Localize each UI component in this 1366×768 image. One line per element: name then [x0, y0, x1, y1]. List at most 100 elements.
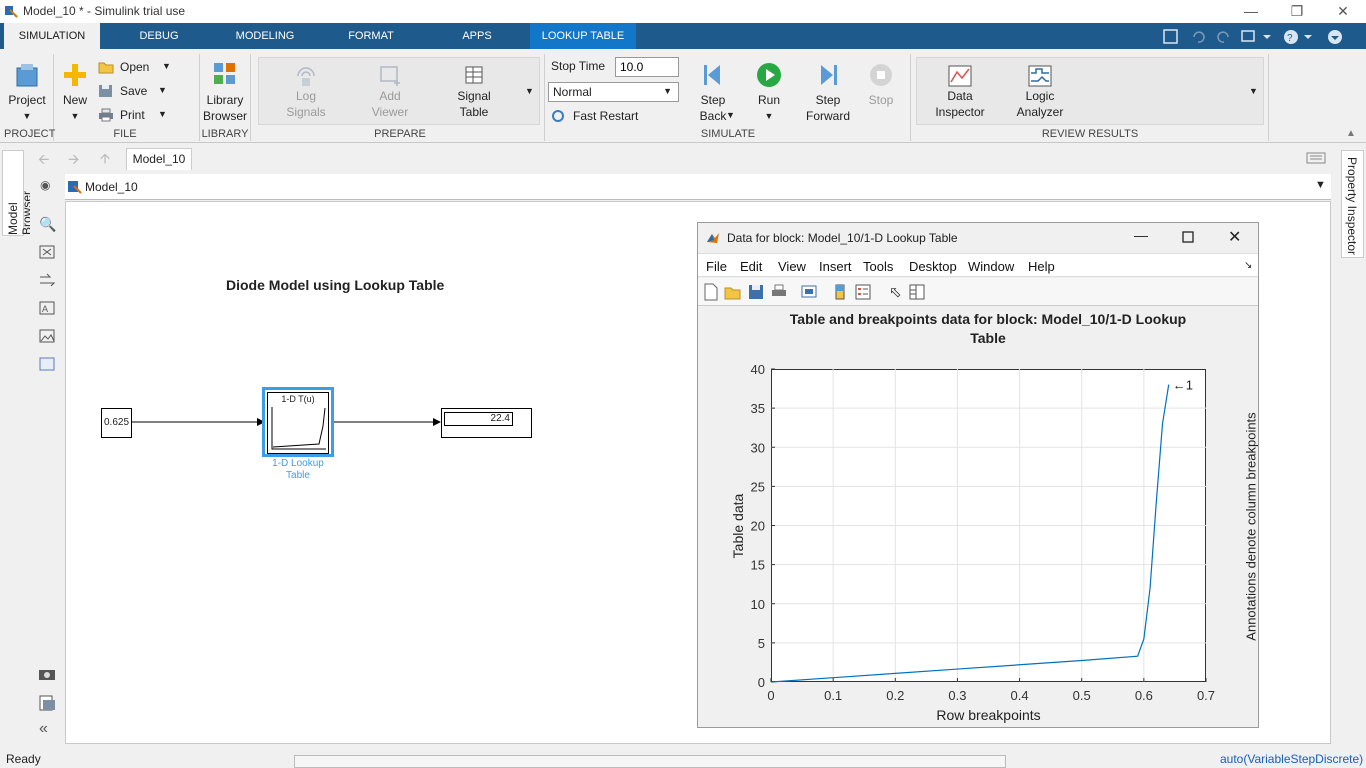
svg-text:?: ?	[1287, 33, 1293, 44]
new-dropdown-icon[interactable]: ▼	[58, 108, 92, 124]
x-tick-label: 0.2	[886, 688, 904, 703]
minimize-button[interactable]: —	[1228, 0, 1274, 23]
model-tab[interactable]: Model_10	[126, 148, 192, 170]
chevron-down-icon: ▼	[663, 86, 672, 96]
divider	[1268, 54, 1269, 141]
tab-debug[interactable]: DEBUG	[120, 23, 198, 49]
image-icon[interactable]	[39, 329, 55, 343]
model-data-icon[interactable]	[38, 695, 56, 711]
run-dropdown-icon[interactable]: ▼	[750, 108, 788, 124]
constant-block[interactable]: 0.625	[101, 408, 132, 438]
section-library: LIBRARY	[201, 128, 249, 140]
annotation-icon[interactable]: A	[39, 301, 55, 315]
window-title: Model_10 * - Simulink trial use	[23, 4, 186, 18]
quick-access-toolbar: ?	[1163, 29, 1342, 44]
fast-restart-label: Fast Restart	[573, 109, 639, 123]
tab-format[interactable]: FORMAT	[336, 23, 406, 49]
stop-icon	[870, 64, 892, 86]
up-arrow-icon[interactable]: 🡩	[100, 148, 110, 172]
data-inspector-button[interactable]: Data Inspector	[930, 64, 990, 120]
add-viewer-label-1: Add	[379, 89, 401, 103]
forward-arrow-icon[interactable]: 🡪	[68, 149, 79, 173]
print-dropdown-icon[interactable]: ▼	[158, 109, 167, 119]
y-tick-label: 10	[751, 597, 765, 612]
folder-open-icon	[98, 62, 114, 74]
section-simulate: SIMULATE	[700, 128, 756, 140]
status-bar: Ready auto(VariableStepDiscrete)	[0, 751, 1366, 768]
x-tick-label: 0.3	[948, 688, 966, 703]
lookup-figure-window: Data for block: Model_10/1-D Lookup Tabl…	[697, 222, 1259, 728]
screenshot-camera-icon[interactable]	[38, 667, 56, 681]
step-back-dropdown-icon[interactable]: ▼	[726, 110, 735, 120]
add-viewer-button[interactable]: Add Viewer	[366, 64, 414, 120]
step-forward-label-2: Forward	[805, 109, 850, 123]
restore-button[interactable]: ❐	[1274, 0, 1320, 23]
tab-apps[interactable]: APPS	[446, 23, 508, 49]
back-arrow-icon[interactable]: 🡨	[38, 149, 49, 173]
lookup-table-block[interactable]: 1-D T(u)	[262, 387, 334, 457]
address-dropdown-icon[interactable]: ▼	[1315, 179, 1326, 191]
x-tick-label: 0.5	[1073, 688, 1091, 703]
lookup-table-header: 1-D T(u)	[281, 394, 315, 404]
step-forward-label-1: Step	[815, 93, 841, 107]
save-label: Save	[120, 84, 148, 98]
fast-restart-toggle[interactable]: Fast Restart	[551, 108, 641, 124]
library-grid-icon	[214, 63, 235, 84]
project-label: Project	[8, 93, 46, 107]
logic-analyzer-button[interactable]: Logic Analyzer	[1010, 64, 1070, 120]
keyboard-icon[interactable]	[1306, 152, 1326, 164]
property-inspector-label: Property Inspector	[1345, 157, 1359, 256]
fast-restart-icon	[552, 110, 564, 122]
prepare-expand-icon[interactable]: ▼	[525, 86, 534, 96]
y-tick-label: 25	[751, 479, 765, 494]
run-play-icon	[757, 63, 781, 87]
save-dropdown-icon[interactable]: ▼	[158, 85, 167, 95]
status-text: Ready	[6, 752, 41, 766]
tab-lookup-table[interactable]: LOOKUP TABLE	[530, 23, 636, 49]
section-project: PROJECT	[4, 128, 56, 140]
review-expand-icon[interactable]: ▼	[1249, 86, 1258, 96]
run-label: Run	[757, 93, 780, 107]
x-tick-label: 0	[767, 688, 774, 703]
address-path[interactable]: Model_10	[85, 180, 138, 194]
project-dropdown-icon[interactable]: ▼	[4, 108, 50, 124]
property-inspector-tab[interactable]: Property Inspector	[1341, 150, 1364, 258]
fit-to-view-icon[interactable]	[39, 245, 55, 259]
log-signals-button[interactable]: Log Signals	[282, 64, 330, 120]
annotations-side-label: Annotations denote column breakpoints	[1243, 412, 1259, 641]
step-back-icon	[704, 65, 720, 85]
area-icon[interactable]	[39, 357, 55, 371]
zoom-icon[interactable]: 🔍	[39, 216, 56, 233]
new-plus-icon	[64, 64, 86, 86]
tab-simulation[interactable]: SIMULATION	[4, 23, 100, 49]
stop-button[interactable]: Stop	[862, 62, 900, 108]
canvas-toolbar: ◉ 🔍 A «	[30, 172, 64, 746]
tab-modeling[interactable]: MODELING	[222, 23, 308, 49]
library-browser-button[interactable]: Library Browser	[202, 60, 248, 124]
route-lines-icon[interactable]	[39, 273, 55, 287]
save-button[interactable]: Save ▼	[98, 83, 176, 101]
step-forward-icon	[821, 65, 837, 85]
log-signals-label-2: Signals	[286, 105, 326, 119]
signal-table-label-2: Table	[459, 105, 489, 119]
signal-table-button[interactable]: Signal Table	[450, 64, 498, 120]
step-forward-button[interactable]: Step Forward	[802, 62, 854, 124]
divider	[544, 54, 545, 141]
close-window-button[interactable]: ✕	[1320, 0, 1366, 23]
open-dropdown-icon[interactable]: ▼	[162, 61, 171, 71]
stop-time-input[interactable]	[615, 57, 679, 77]
x-tick-label: 0.1	[824, 688, 842, 703]
collapse-ribbon-icon[interactable]: ▲	[1346, 128, 1356, 139]
solver-link[interactable]: auto(VariableStepDiscrete)	[1220, 752, 1363, 766]
open-button[interactable]: Open ▼	[98, 59, 176, 77]
display-block[interactable]: 22.4	[441, 408, 532, 438]
new-button[interactable]: New ▼	[58, 60, 92, 124]
run-button[interactable]: Run ▼	[750, 62, 788, 124]
print-button[interactable]: Print ▼	[98, 107, 176, 125]
simulation-mode-select[interactable]: Normal ▼	[548, 82, 679, 102]
hide-show-icon[interactable]: ◉	[40, 178, 50, 192]
model-browser-tab[interactable]: Model Browser	[2, 150, 34, 236]
collapse-panel-icon[interactable]: «	[39, 720, 48, 738]
ribbon-tabs: SIMULATION DEBUG MODELING FORMAT APPS LO…	[0, 23, 1366, 49]
project-button[interactable]: Project ▼	[4, 60, 50, 124]
